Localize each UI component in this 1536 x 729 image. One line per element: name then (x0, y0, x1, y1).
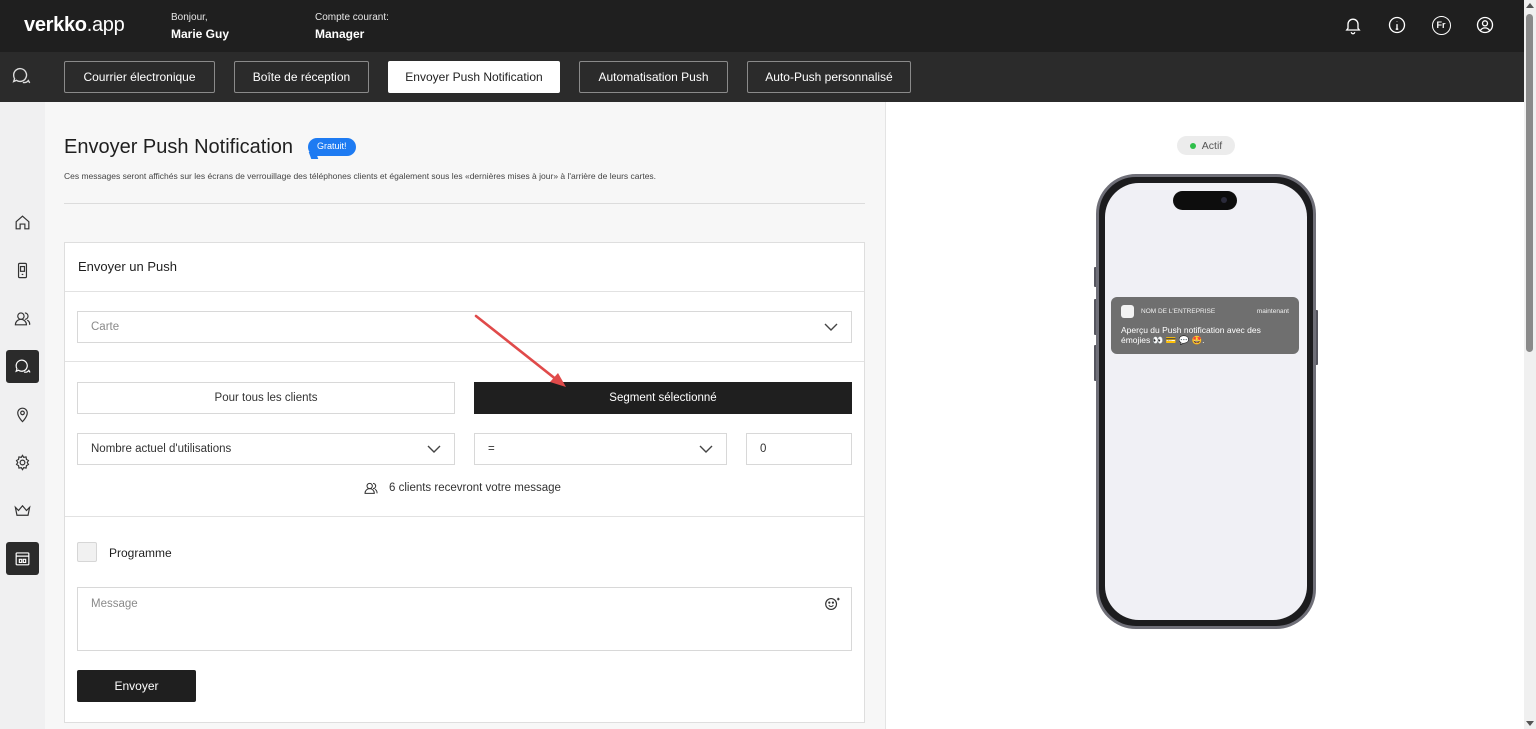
app-logo[interactable]: verkko.app (24, 14, 125, 37)
free-badge: Gratuit! (308, 138, 356, 156)
sidebar-item-home[interactable] (6, 206, 39, 239)
criterion-select[interactable]: Nombre actuel d'utilisations (77, 433, 455, 465)
send-button[interactable]: Envoyer (77, 670, 196, 702)
crown-icon (14, 504, 31, 516)
schedule-label: Programme (109, 546, 172, 560)
recipients-count: 6 clients recevront votre message (363, 480, 561, 496)
schedule-checkbox[interactable] (77, 542, 97, 562)
push-notification-preview: NOM DE L'ENTREPRISE maintenant Aperçu du… (1111, 297, 1299, 354)
gear-icon (15, 454, 30, 471)
page-subtitle: Ces messages seront affichés sur les écr… (64, 171, 657, 181)
operator-select[interactable]: = (474, 433, 727, 465)
selected-segment-button[interactable]: Segment sélectionné (474, 382, 852, 414)
sidebar-item-messages[interactable] (6, 350, 39, 383)
scroll-thumb[interactable] (1526, 14, 1533, 352)
page-title: Envoyer Push Notification (64, 136, 294, 158)
title-divider (64, 203, 865, 204)
sidebar-item-cards[interactable] (6, 254, 39, 287)
status-badge: Actif (1177, 136, 1235, 155)
recipients-text: 6 clients recevront votre message (389, 482, 561, 494)
section-divider (65, 516, 864, 517)
current-account: Compte courant: Manager (315, 11, 389, 41)
home-icon (15, 215, 30, 230)
card-select-placeholder: Carte (91, 321, 120, 333)
store-icon (15, 552, 30, 566)
sidebar-item-premium[interactable] (6, 494, 39, 527)
greeting-label: Bonjour, (171, 12, 208, 23)
status-dot-icon (1189, 142, 1196, 149)
top-header: verkko.app Bonjour, Marie Guy Compte cou… (0, 0, 1536, 52)
left-sidebar (0, 102, 45, 729)
card-header: Envoyer un Push (65, 243, 864, 292)
phone-screen (1105, 183, 1307, 620)
chevron-down-icon (699, 445, 713, 453)
scroll-down-icon[interactable] (1526, 721, 1534, 726)
user-name: Marie Guy (171, 27, 230, 41)
tab-inbox[interactable]: Boîte de réception (234, 61, 369, 93)
tab-push-automation[interactable]: Automatisation Push (579, 61, 728, 93)
user-profile-icon[interactable] (1474, 14, 1496, 36)
notification-time: maintenant (1256, 308, 1289, 315)
notification-text: Aperçu du Push notification avec des émo… (1121, 325, 1261, 345)
status-text: Actif (1201, 139, 1223, 152)
message-textarea[interactable]: Message (77, 587, 852, 651)
map-pin-icon (17, 407, 28, 423)
scroll-up-icon[interactable] (1526, 3, 1534, 8)
operator-value: = (488, 443, 495, 455)
bell-icon[interactable] (1342, 14, 1364, 36)
notification-company: NOM DE L'ENTREPRISE (1141, 308, 1216, 315)
app-icon (1121, 305, 1134, 318)
emoji-icon[interactable] (823, 595, 841, 613)
dynamic-island (1173, 191, 1237, 210)
chevron-down-icon (824, 323, 838, 331)
sidebar-item-locations[interactable] (6, 398, 39, 431)
send-push-card: Envoyer un Push Carte Pour tous les clie… (64, 242, 865, 723)
sidebar-item-store[interactable] (6, 542, 39, 575)
phone-mockup (1096, 174, 1316, 629)
sidebar-item-clients[interactable] (6, 302, 39, 335)
users-icon (364, 482, 378, 494)
chat-icon (15, 359, 31, 373)
all-clients-button[interactable]: Pour tous les clients (77, 382, 455, 414)
users-icon (14, 312, 31, 326)
chat-bubbles-icon (10, 65, 34, 89)
tab-custom-auto-push[interactable]: Auto-Push personnalisé (747, 61, 911, 93)
greeting: Bonjour, Marie Guy (171, 11, 229, 41)
section-divider (65, 361, 864, 362)
card-select[interactable]: Carte (77, 311, 852, 343)
language-code: Fr (1431, 15, 1451, 35)
info-icon[interactable] (1386, 14, 1408, 36)
value-input[interactable]: 0 (746, 433, 852, 465)
main-content: Envoyer Push Notification Gratuit! Ces m… (45, 102, 885, 729)
criterion-value: Nombre actuel d'utilisations (91, 443, 232, 455)
page-scrollbar[interactable] (1524, 0, 1536, 729)
card-title: Envoyer un Push (78, 259, 178, 274)
preview-panel: Actif NOM DE L'ENTREPRISE maintenant Ape… (885, 102, 1524, 729)
account-label: Compte courant: (315, 12, 389, 23)
chevron-down-icon (427, 445, 441, 453)
sidebar-item-settings[interactable] (6, 446, 39, 479)
message-placeholder: Message (91, 598, 138, 610)
tab-send-push[interactable]: Envoyer Push Notification (388, 61, 560, 93)
card-device-icon (17, 262, 28, 279)
account-role: Manager (315, 27, 365, 41)
messaging-tabs-bar: Courrier électronique Boîte de réception… (0, 52, 1524, 102)
tab-email[interactable]: Courrier électronique (64, 61, 215, 93)
header-actions: Fr (1342, 14, 1496, 36)
language-switcher[interactable]: Fr (1430, 14, 1452, 36)
